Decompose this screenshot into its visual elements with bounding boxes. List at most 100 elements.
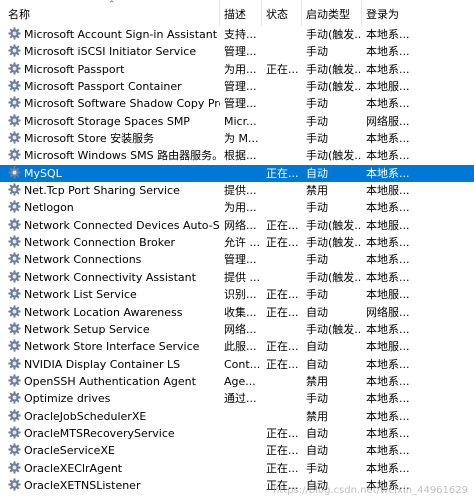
service-row[interactable]: Network Connectivity Assistant 提供 ... 手动(触…	[0, 269, 474, 286]
service-status: 正在...	[266, 305, 299, 319]
service-status: 正在...	[266, 218, 299, 232]
service-row[interactable]: Network List Service 识别... 正在... 手动 本地服...	[0, 286, 474, 303]
service-name: OracleMTSRecoveryService	[24, 426, 175, 440]
service-row[interactable]: Network Connections 管理... 手动 本地系...	[0, 251, 474, 268]
service-gear-icon	[8, 322, 21, 335]
service-startup-type: 手动(触发...	[306, 28, 362, 41]
service-description: 提供 ...	[224, 270, 260, 284]
service-row[interactable]: Network Setup Service 网络... 手动(触发... 本地系...	[0, 321, 474, 338]
service-status: 正在...	[266, 444, 299, 458]
service-row[interactable]: Microsoft Passport 为用... 正在... 手动(触发... 本地系.…	[0, 61, 474, 78]
column-header-log-on-as[interactable]: 登录为	[362, 0, 474, 26]
service-row[interactable]: Net.Tcp Port Sharing Service 提供... 禁用 本地服..…	[0, 182, 474, 199]
service-name-cell: Microsoft Windows SMS 路由器服务。	[8, 147, 220, 164]
service-log-on-as: 本地系...	[366, 357, 410, 371]
service-row[interactable]: Network Store Interface Service 此服... 正在..…	[0, 338, 474, 355]
service-startup-type: 自动	[306, 426, 328, 440]
service-name: Network Connections	[24, 253, 142, 267]
service-description: 识别...	[224, 288, 257, 302]
service-name-cell: Network Connections	[8, 251, 220, 268]
service-row[interactable]: Microsoft iSCSI Initiator Service 管理... 手动…	[0, 43, 474, 60]
service-name: Network Store Interface Service	[24, 340, 200, 354]
service-status	[262, 199, 302, 216]
service-status: 正在...	[266, 288, 299, 302]
services-list: ⌃ 名称 描述 状态 启动类型 登录为 Microsoft Account Si…	[0, 0, 474, 494]
service-description: 管理...	[224, 80, 257, 94]
service-gear-icon	[8, 183, 21, 196]
service-description: Micr...	[224, 114, 257, 128]
service-name: Microsoft Passport Container	[24, 80, 182, 94]
service-log-on-as: 本地系...	[366, 62, 410, 76]
service-startup-type: 手动(触发...	[306, 80, 362, 94]
service-gear-icon	[8, 461, 21, 474]
service-description: 通过...	[224, 392, 257, 406]
service-row[interactable]: Microsoft Account Sign-in Assistant 支持...…	[0, 26, 474, 43]
service-startup-type: 手动	[306, 201, 328, 215]
service-row[interactable]: MySQL 正在... 自动 本地系...	[0, 164, 474, 183]
service-name-cell: Network Connectivity Assistant	[8, 269, 220, 286]
service-gear-icon	[8, 339, 21, 352]
service-name: Network Connectivity Assistant	[24, 270, 196, 284]
service-status	[262, 251, 302, 268]
service-gear-icon	[8, 287, 21, 300]
service-row[interactable]: Microsoft Windows SMS 路由器服务。 根据... 手动(触发..…	[0, 147, 474, 164]
service-log-on-as: 本地系...	[366, 166, 410, 180]
service-name-cell: OpenSSH Authentication Agent	[8, 373, 220, 390]
service-row[interactable]: Network Connection Broker 允许 ... 正在... 手动(触…	[0, 234, 474, 251]
service-gear-icon	[8, 79, 21, 92]
column-header-description[interactable]: 描述	[220, 0, 262, 26]
service-status	[262, 373, 302, 390]
service-name-cell: NVIDIA Display Container LS	[8, 356, 220, 373]
service-status: 正在...	[266, 62, 299, 76]
service-description	[220, 477, 262, 494]
service-gear-icon	[8, 44, 21, 57]
service-row[interactable]: OpenSSH Authentication Agent Age... 禁用 本地系.…	[0, 373, 474, 390]
service-status: 正在...	[266, 426, 299, 440]
service-startup-type: 手动	[306, 253, 328, 267]
service-row[interactable]: Microsoft Store 安装服务 为 M... 手动 本地系...	[0, 130, 474, 147]
column-header-startup-type[interactable]: 启动类型	[302, 0, 362, 26]
service-row[interactable]: Netlogon 为用... 手动 本地系...	[0, 199, 474, 216]
service-name: OpenSSH Authentication Agent	[24, 374, 196, 388]
service-status: 正在...	[266, 236, 299, 250]
column-header-name[interactable]: 名称	[8, 0, 220, 26]
service-row[interactable]: Network Connected Devices Auto-Set... 网络.…	[0, 217, 474, 234]
service-log-on-as: 本地系...	[366, 28, 410, 41]
service-description	[220, 425, 262, 442]
service-name: MySQL	[24, 166, 62, 180]
service-row[interactable]: OracleXEClrAgent 正在... 手动 本地系...	[0, 460, 474, 477]
service-status	[262, 269, 302, 286]
service-name-cell: Netlogon	[8, 199, 220, 216]
service-status	[262, 321, 302, 338]
service-status	[262, 130, 302, 147]
service-row[interactable]: Microsoft Software Shadow Copy Pro... 管理.…	[0, 95, 474, 112]
column-header-status[interactable]: 状态	[262, 0, 302, 26]
service-row[interactable]: OracleJobSchedulerXE 禁用 本地系...	[0, 408, 474, 425]
service-row[interactable]: Microsoft Storage Spaces SMP Micr... 手动 网络服…	[0, 113, 474, 130]
service-startup-type: 禁用	[306, 184, 328, 198]
service-row[interactable]: Microsoft Passport Container 管理... 手动(触发..…	[0, 78, 474, 95]
service-gear-icon	[8, 114, 21, 127]
service-status	[262, 390, 302, 407]
service-name-cell: Microsoft Storage Spaces SMP	[8, 113, 220, 130]
service-row[interactable]: OracleMTSRecoveryService 正在... 自动 本地系...	[0, 425, 474, 442]
watermark-text: https://blog.csdn.net/weixin_44961629	[272, 485, 468, 496]
service-row[interactable]: NVIDIA Display Container LS Cont... 正在... 自…	[0, 356, 474, 373]
service-gear-icon	[8, 27, 21, 40]
service-gear-icon	[8, 304, 21, 318]
service-description: 为 M...	[224, 132, 259, 146]
service-row[interactable]: OracleServiceXE 正在... 自动 本地系...	[0, 442, 474, 459]
service-startup-type: 自动	[306, 166, 328, 180]
service-gear-icon	[8, 148, 21, 161]
service-log-on-as: 本地服...	[366, 80, 410, 94]
service-row[interactable]: Optimize drives 通过... 手动 本地系...	[0, 390, 474, 407]
service-gear-icon	[8, 200, 21, 214]
service-name: Microsoft Store 安装服务	[24, 132, 155, 146]
service-startup-type: 自动	[306, 444, 328, 458]
service-description: 为用...	[224, 201, 257, 215]
service-row[interactable]: Network Location Awareness 收集... 正在... 自动 网络…	[0, 304, 474, 321]
service-name-cell: Microsoft Software Shadow Copy Pro...	[8, 95, 220, 112]
service-name: Network List Service	[24, 288, 137, 302]
service-gear-icon	[8, 218, 21, 231]
service-name-cell: OracleMTSRecoveryService	[8, 425, 220, 442]
